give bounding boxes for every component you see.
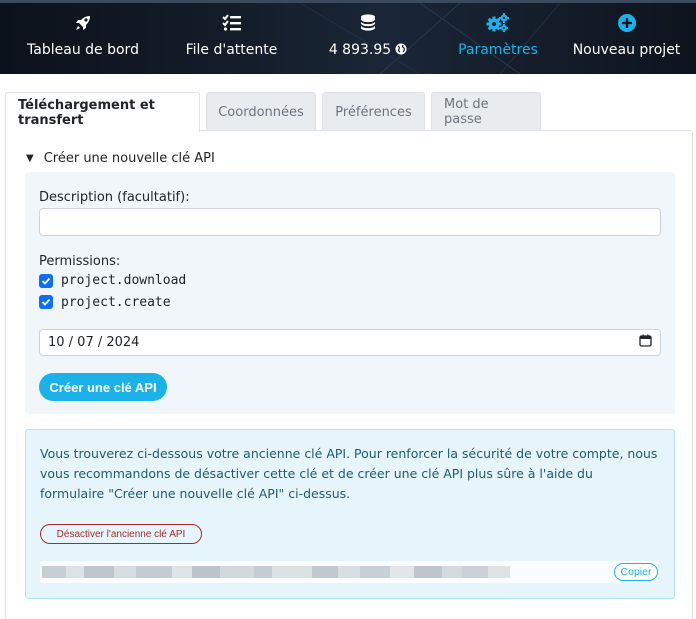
checkmark-icon — [41, 298, 51, 306]
create-api-key-form: Description (facultatif): Permissions: p… — [25, 172, 675, 414]
create-api-key-summary: Créer une nouvelle clé API — [43, 151, 215, 166]
globe-icon — [395, 43, 407, 59]
nav-settings[interactable]: Paramètres — [439, 3, 557, 74]
description-input[interactable] — [39, 208, 661, 236]
description-label: Description (facultatif): — [39, 190, 190, 205]
permission-download-checkbox[interactable] — [39, 274, 53, 288]
create-api-key-button[interactable]: Créer une clé API — [39, 373, 167, 401]
cogs-icon — [486, 12, 510, 34]
permission-create-label: project.create — [61, 295, 171, 310]
redacted-api-key — [42, 566, 510, 578]
tab-panel: ▼ Créer une nouvelle clé API Description… — [5, 130, 693, 619]
caret-down-icon: ▼ — [26, 153, 34, 164]
nav-balance[interactable]: 4 893.95 — [297, 3, 439, 74]
old-api-key-alert: Vous trouverez ci-dessous votre ancienne… — [25, 429, 675, 599]
balance-amount: 4 893.95 — [328, 42, 392, 58]
rocket-icon — [71, 12, 95, 34]
tab-preferences[interactable]: Préférences — [322, 92, 425, 131]
permissions-label: Permissions: — [39, 254, 121, 269]
tab-password[interactable]: Mot de passe — [431, 92, 541, 131]
expiry-date-value: 10 / 07 / 2024 — [48, 335, 140, 350]
copy-key-button[interactable]: Copier — [614, 563, 658, 581]
old-api-key-field: Copier — [40, 561, 658, 583]
expiry-date-input[interactable]: 10 / 07 / 2024 — [39, 329, 661, 356]
nav-new-project-label: Nouveau projet — [572, 42, 681, 58]
tab-contact-details[interactable]: Coordonnées — [206, 92, 316, 131]
tasks-icon — [220, 12, 244, 34]
nav-dashboard-label: Tableau de bord — [27, 42, 139, 58]
nav-new-project[interactable]: Nouveau projet — [557, 3, 696, 74]
tab-download-transfer[interactable]: Téléchargement et transfert — [5, 92, 200, 132]
nav-queue-label: File d'attente — [185, 42, 278, 58]
nav-queue[interactable]: File d'attente — [166, 3, 297, 74]
old-api-key-message: Vous trouverez ci-dessous votre ancienne… — [40, 446, 658, 501]
deactivate-old-key-button[interactable]: Désactiver l'ancienne clé API — [40, 524, 202, 544]
nav-settings-label: Paramètres — [458, 42, 538, 58]
create-api-key-toggle[interactable]: ▼ Créer une nouvelle clé API — [26, 151, 215, 166]
permission-create-checkbox[interactable] — [39, 295, 53, 309]
top-navbar: Tableau de bord File d'attente 4 893.95 … — [0, 0, 696, 74]
settings-tabs: Téléchargement et transfert Coordonnées … — [5, 92, 547, 132]
plus-circle-icon — [615, 12, 639, 34]
permission-download-label: project.download — [61, 273, 187, 288]
calendar-icon[interactable] — [639, 334, 652, 351]
coins-icon — [356, 12, 380, 34]
checkmark-icon — [41, 277, 51, 285]
nav-dashboard[interactable]: Tableau de bord — [0, 3, 166, 74]
